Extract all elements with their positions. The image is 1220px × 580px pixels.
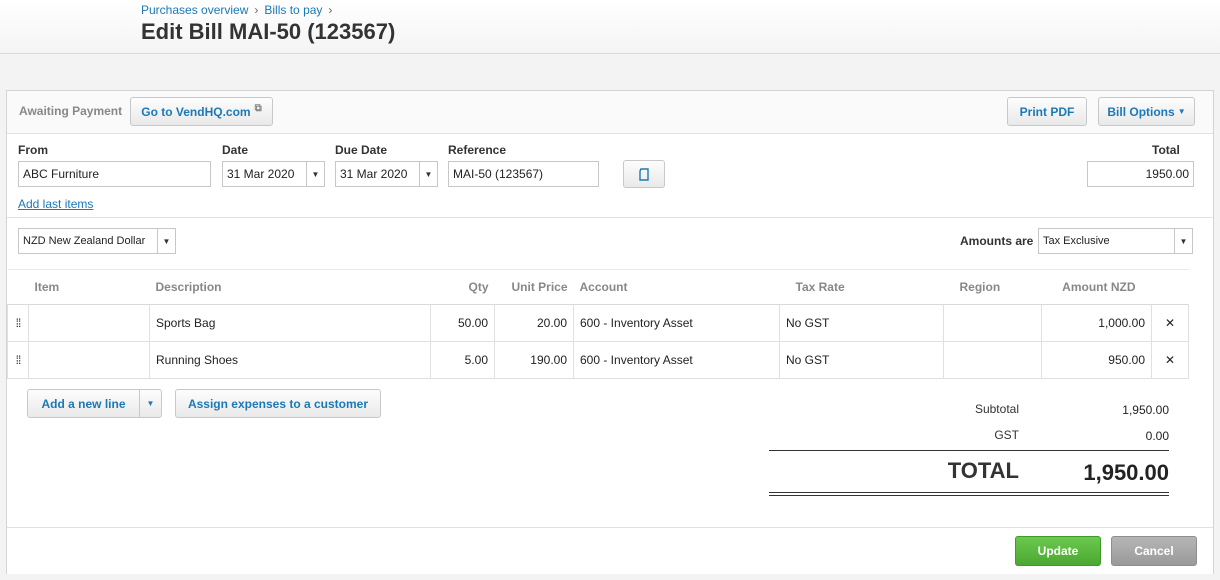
- amounts-are-dropdown-icon[interactable]: ▼: [1174, 229, 1192, 253]
- total-top-rule: [769, 450, 1169, 451]
- column-header-amount: Amount NZD: [1041, 269, 1152, 305]
- date-label: Date: [222, 143, 249, 157]
- breadcrumb-separator: ›: [328, 3, 333, 17]
- breadcrumb-purchases-overview[interactable]: Purchases overview: [141, 3, 248, 17]
- table-header-row: Item Description Qty Unit Price Account …: [7, 269, 1189, 305]
- status-label: Awaiting Payment: [19, 104, 123, 118]
- column-header-region: Region: [943, 269, 1042, 305]
- column-header-unit-price: Unit Price: [494, 269, 574, 305]
- delete-row-icon[interactable]: ✕: [1151, 304, 1189, 342]
- date-field[interactable]: 31 Mar 2020 ▼: [222, 161, 325, 187]
- page-title: Edit Bill MAI-50 (123567): [141, 19, 396, 44]
- assign-expenses-button[interactable]: Assign expenses to a customer: [175, 389, 381, 418]
- gst-label: GST: [994, 428, 1019, 442]
- account-cell[interactable]: 600 - Inventory Asset: [573, 304, 780, 342]
- total-label: Total: [1152, 143, 1180, 157]
- due-date-dropdown-icon[interactable]: ▼: [419, 162, 437, 186]
- account-cell[interactable]: 600 - Inventory Asset: [573, 341, 780, 379]
- region-cell[interactable]: [943, 304, 1042, 342]
- tax-rate-cell[interactable]: No GST: [779, 304, 944, 342]
- item-cell[interactable]: [28, 341, 150, 379]
- from-field[interactable]: ABC Furniture: [18, 161, 211, 187]
- bill-card: Awaiting Payment Go to VendHQ.com ⧉ Prin…: [6, 90, 1214, 574]
- date-value: 31 Mar 2020: [227, 167, 295, 181]
- currency-value: NZD New Zealand Dollar: [23, 235, 146, 247]
- due-date-value: 31 Mar 2020: [340, 167, 408, 181]
- total-field[interactable]: 1950.00: [1087, 161, 1194, 187]
- breadcrumb-bills-to-pay[interactable]: Bills to pay: [264, 3, 322, 17]
- copy-reference-button[interactable]: [623, 160, 665, 188]
- print-pdf-button[interactable]: Print PDF: [1007, 97, 1087, 126]
- column-header-account: Account: [573, 269, 780, 305]
- caret-down-icon: ▼: [1177, 107, 1186, 116]
- table-row: ⁞⁞ Running Shoes 5.00 190.00 600 - Inven…: [7, 341, 1189, 379]
- update-button[interactable]: Update: [1015, 536, 1101, 566]
- qty-cell[interactable]: 5.00: [430, 341, 495, 379]
- drag-handle-icon[interactable]: ⁞⁞: [7, 341, 29, 379]
- drag-column-header: [7, 269, 29, 305]
- amount-cell[interactable]: 1,000.00: [1041, 304, 1152, 342]
- item-cell[interactable]: [28, 304, 150, 342]
- goto-vendhq-label: Go to VendHQ.com: [141, 104, 251, 119]
- tax-rate-cell[interactable]: No GST: [779, 341, 944, 379]
- external-link-icon: ⧉: [254, 103, 262, 114]
- goto-vendhq-button[interactable]: Go to VendHQ.com ⧉: [130, 97, 273, 126]
- copy-icon: [639, 168, 649, 181]
- currency-select[interactable]: NZD New Zealand Dollar ▼: [18, 228, 176, 254]
- unit-price-cell[interactable]: 20.00: [494, 304, 574, 342]
- qty-cell[interactable]: 50.00: [430, 304, 495, 342]
- cancel-button[interactable]: Cancel: [1111, 536, 1197, 566]
- amount-cell[interactable]: 950.00: [1041, 341, 1152, 379]
- date-dropdown-icon[interactable]: ▼: [306, 162, 324, 186]
- line-items-table: Item Description Qty Unit Price Account …: [7, 269, 1189, 379]
- add-last-items-link[interactable]: Add last items: [18, 197, 93, 211]
- description-cell[interactable]: Sports Bag: [149, 304, 431, 342]
- due-date-label: Due Date: [335, 143, 388, 157]
- add-new-line-button[interactable]: Add a new line: [27, 389, 140, 418]
- column-header-description: Description: [149, 269, 431, 305]
- reference-label: Reference: [448, 143, 507, 157]
- breadcrumb: Purchases overview › Bills to pay ›: [141, 3, 338, 17]
- total-double-rule: [769, 492, 1169, 496]
- grand-total-value: 1,950.00: [1083, 460, 1169, 485]
- amounts-are-select[interactable]: Tax Exclusive ▼: [1038, 228, 1193, 254]
- table-row: ⁞⁞ Sports Bag 50.00 20.00 600 - Inventor…: [7, 304, 1189, 342]
- amounts-are-label: Amounts are: [960, 234, 1034, 248]
- bill-options-button[interactable]: Bill Options ▼: [1098, 97, 1195, 126]
- bill-options-label: Bill Options: [1107, 104, 1175, 119]
- region-cell[interactable]: [943, 341, 1042, 379]
- description-cell[interactable]: Running Shoes: [149, 341, 431, 379]
- column-header-qty: Qty: [430, 269, 495, 305]
- due-date-field[interactable]: 31 Mar 2020 ▼: [335, 161, 438, 187]
- currency-dropdown-icon[interactable]: ▼: [157, 229, 175, 253]
- bill-header-bar: Awaiting Payment Go to VendHQ.com ⧉ Prin…: [7, 91, 1213, 134]
- divider: [7, 217, 1213, 218]
- top-bar: Purchases overview › Bills to pay › Edit Bi…: [0, 0, 1220, 54]
- delete-column-header: [1151, 269, 1189, 305]
- gst-value: 0.00: [1145, 429, 1169, 443]
- drag-handle-icon[interactable]: ⁞⁞: [7, 304, 29, 342]
- footer-bar: Update Cancel: [7, 527, 1213, 574]
- grand-total-label: TOTAL: [947, 458, 1019, 483]
- delete-row-icon[interactable]: ✕: [1151, 341, 1189, 379]
- column-header-item: Item: [28, 269, 150, 305]
- from-label: From: [18, 143, 48, 157]
- breadcrumb-separator: ›: [254, 3, 259, 17]
- subtotal-value: 1,950.00: [1122, 403, 1169, 417]
- subtotal-label: Subtotal: [974, 402, 1019, 416]
- reference-field[interactable]: MAI-50 (123567): [448, 161, 599, 187]
- column-header-tax-rate: Tax Rate: [779, 269, 944, 305]
- unit-price-cell[interactable]: 190.00: [494, 341, 574, 379]
- add-line-dropdown-icon[interactable]: ▼: [139, 389, 162, 418]
- amounts-are-value: Tax Exclusive: [1043, 235, 1110, 247]
